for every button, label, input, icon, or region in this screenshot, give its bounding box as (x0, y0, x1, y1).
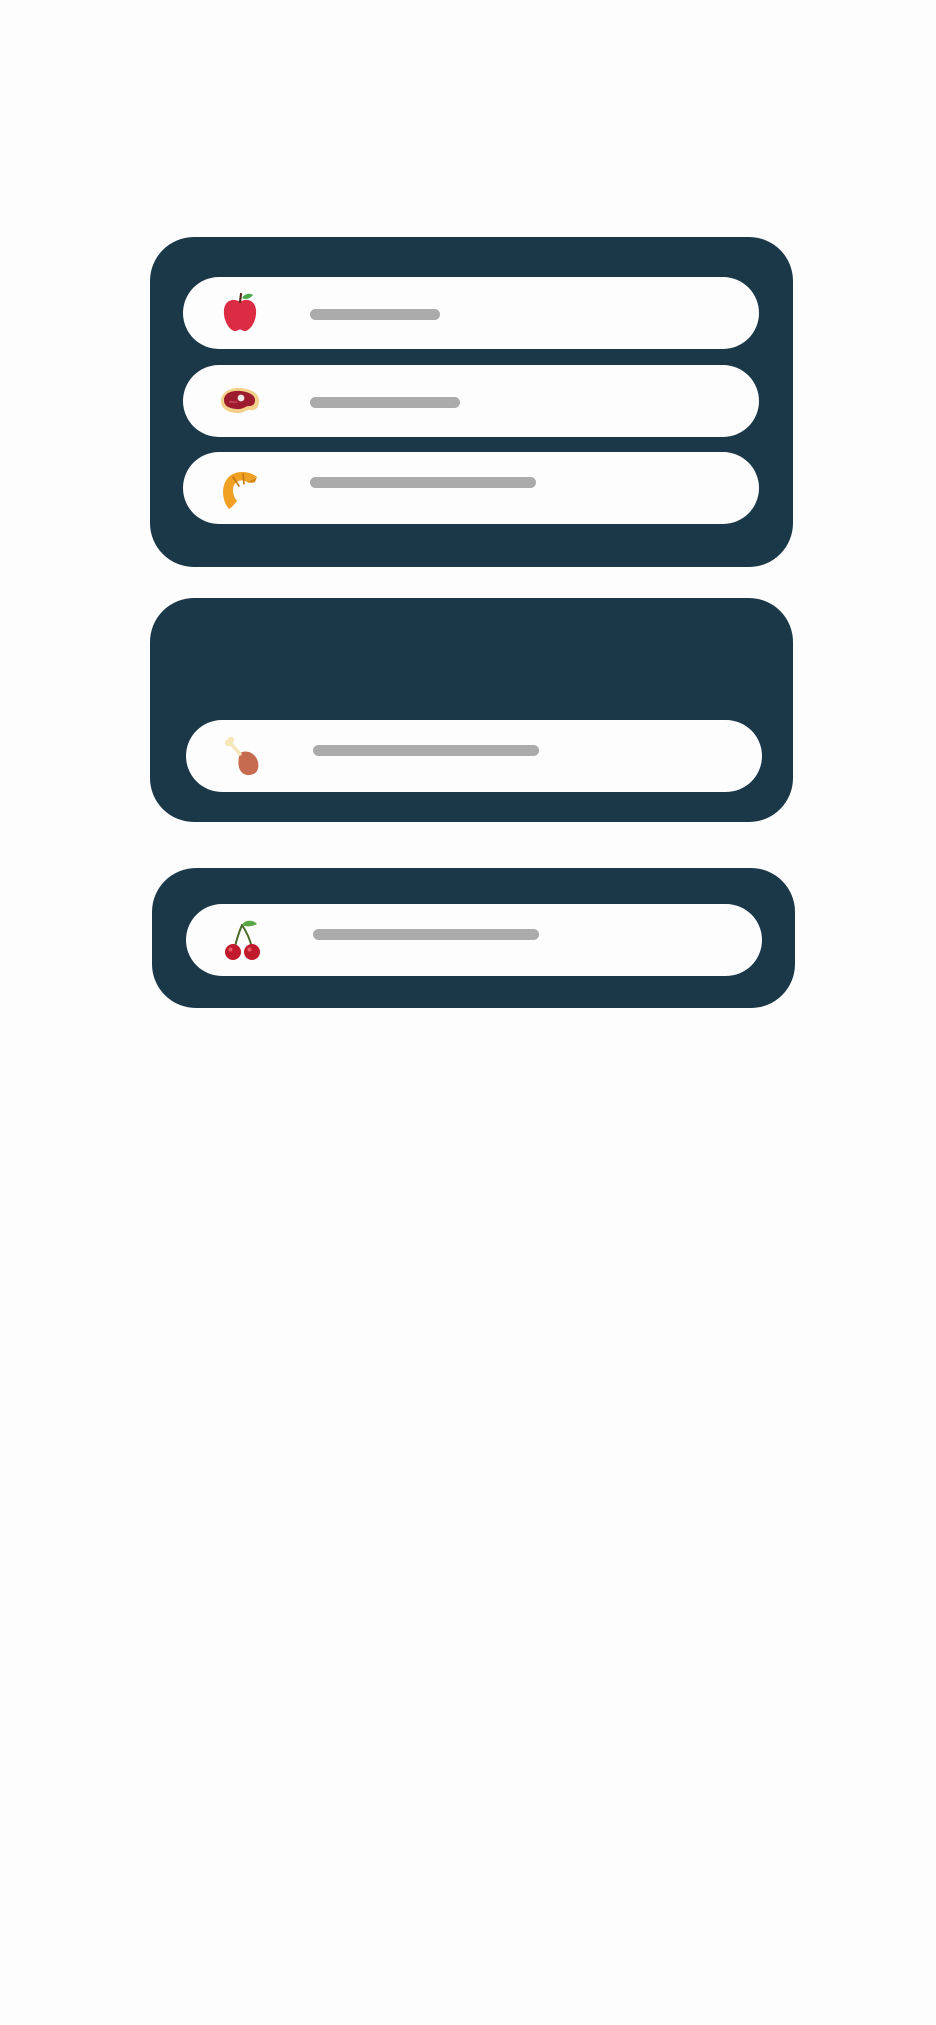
title-placeholder-bar (310, 477, 536, 488)
title-placeholder-bar (313, 929, 539, 940)
croissant-icon (217, 465, 263, 511)
title-placeholder-bar (313, 745, 539, 756)
list-item-cherry[interactable] (186, 904, 762, 976)
title-placeholder-bar (310, 397, 460, 408)
list-item-steak[interactable] (183, 365, 759, 437)
steak-icon (217, 378, 263, 424)
food-list-card (150, 237, 793, 567)
title-placeholder-bar (310, 309, 440, 320)
food-list-card (152, 868, 795, 1008)
chicken-leg-icon (220, 733, 266, 779)
list-item-croissant[interactable] (183, 452, 759, 524)
list-item-chicken-leg[interactable] (186, 720, 762, 792)
cherry-icon (220, 917, 266, 963)
apple-icon (217, 290, 263, 336)
food-list-card (150, 598, 793, 822)
list-item-apple[interactable] (183, 277, 759, 349)
